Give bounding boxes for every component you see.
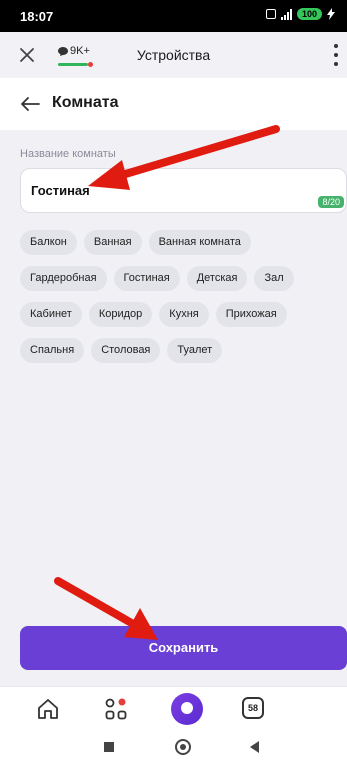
chip-row: Гардеробная Гостиная Детская Зал [20,266,330,291]
chip-balcony[interactable]: Балкон [20,230,77,255]
chip-bedroom[interactable]: Спальня [20,338,85,363]
charging-icon [327,8,335,20]
devices-icon[interactable] [104,697,128,721]
save-button[interactable]: Сохранить [20,626,347,670]
chip-living-room[interactable]: Гостиная [113,266,180,291]
chip-bath-room[interactable]: Ванная комната [148,230,251,255]
chip-wardrobe[interactable]: Гардеробная [20,266,107,291]
chip-bathroom[interactable]: Ванная [83,230,142,255]
page-title: Комната [52,94,119,111]
recents-icon[interactable] [104,742,114,752]
home-circle-icon[interactable] [175,739,191,755]
tabs-icon[interactable]: 58 [242,697,264,719]
chip-kids-room[interactable]: Детская [186,266,248,291]
chip-dining-room[interactable]: Столовая [91,338,161,363]
page-header: Комната [0,78,347,130]
progress-bar [58,63,88,66]
status-time: 18:07 [20,9,54,24]
home-icon[interactable] [36,697,60,721]
sim-icon [265,9,276,19]
status-bar: 18:07 100 [0,0,347,32]
chip-study[interactable]: Кабинет [20,302,82,327]
chip-toilet[interactable]: Туалет [167,338,223,363]
chip-row: Кабинет Коридор Кухня Прихожая [20,302,330,327]
more-icon[interactable] [333,44,339,66]
back-triangle-icon[interactable] [250,741,259,753]
chip-kitchen[interactable]: Кухня [159,302,209,327]
chip-hall[interactable]: Зал [254,266,294,291]
chip-entrance[interactable]: Прихожая [215,302,287,327]
chip-corridor[interactable]: Коридор [88,302,153,327]
room-name-value: Гостиная [31,183,90,198]
room-name-input[interactable]: Гостиная 8/20 [20,168,347,213]
signal-icon [280,8,292,20]
system-nav [0,730,347,763]
chip-row: Спальня Столовая Туалет [20,338,330,363]
chip-row: Балкон Ванная Ванная комната [20,230,330,255]
bottom-nav: 58 [0,686,347,730]
back-arrow-icon[interactable] [20,96,40,112]
status-icons: 100 [265,8,335,20]
alice-icon[interactable] [171,693,203,725]
app-toolbar: 9K+ Устройства [0,32,347,78]
character-counter: 8/20 [318,196,344,208]
room-suggestions: Балкон Ванная Ванная комната Гардеробная… [20,230,330,374]
room-name-label: Название комнаты [20,148,116,160]
toolbar-title: Устройства [136,47,211,63]
battery-icon: 100 [296,8,322,20]
room-form: Название комнаты Гостиная 8/20 Балкон Ва… [0,130,347,686]
